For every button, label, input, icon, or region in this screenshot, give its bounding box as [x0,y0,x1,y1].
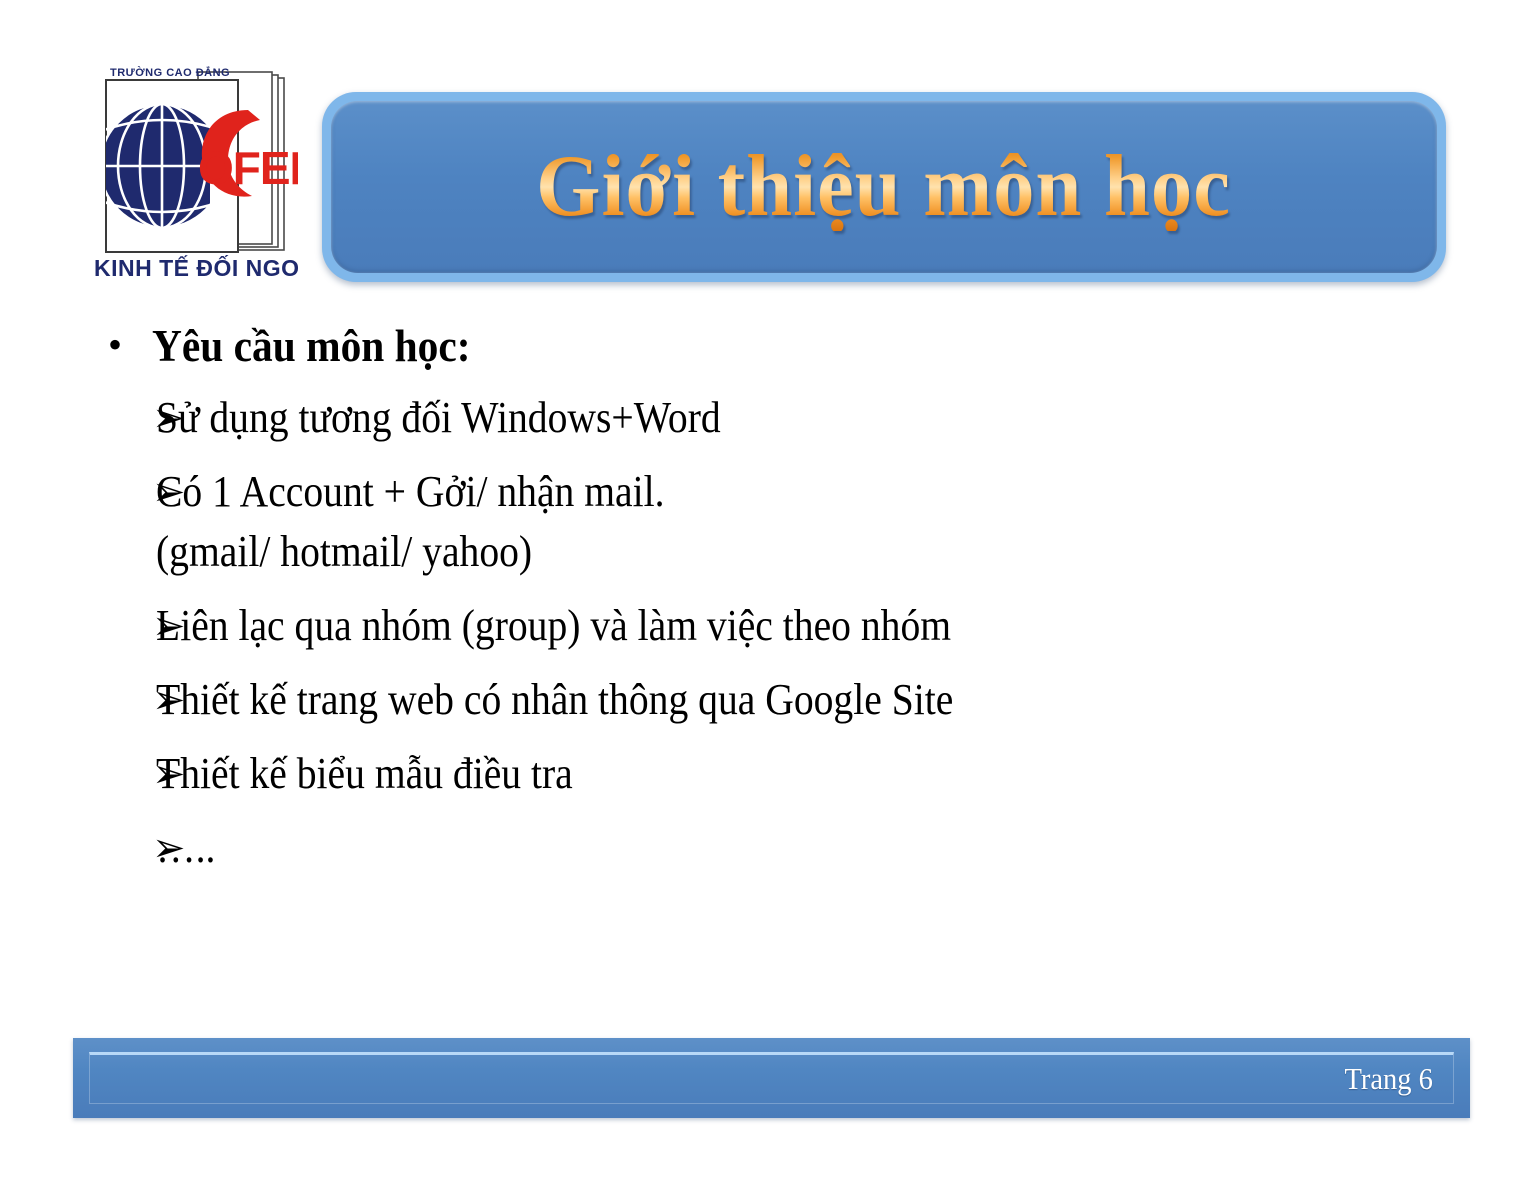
list-item-label: Thiết kế trang web có nhân thông qua Goo… [156,675,954,724]
list-item: ➢ Có 1 Account + Gởi/ nhận mail. (gmail/… [100,462,1440,582]
arrow-bullet-icon: ➢ [152,395,186,440]
list-item-continuation: (gmail/ hotmail/ yahoo) [156,527,533,576]
list-item: ➢ Thiết kế trang web có nhân thông qua G… [100,670,1440,730]
list-item: ➢ ….. [100,818,1440,878]
list-item-label: Thiết kế biểu mẫu điều tra [156,749,573,798]
arrow-bullet-icon: ➢ [152,751,186,796]
svg-text:OFER: OFER [198,142,298,194]
logo-bottom-text: KINH TẾ ĐỐI NGOẠI [94,254,298,281]
slide-body: • Yêu cầu môn học: ➢ Sử dụng tương đối W… [100,318,1440,878]
footer-bar: Trang 6 [73,1038,1470,1118]
list-item-text: Có 1 Account + Gởi/ nhận mail. [156,467,665,516]
page-number: Trang 6 [1344,1061,1433,1096]
arrow-bullet-icon: ➢ [152,677,186,722]
list-item-label: Liên lạc qua nhóm (group) và làm việc th… [156,601,952,650]
list-item: ➢ Thiết kế biểu mẫu điều tra [100,744,1440,804]
list-item-label: Có 1 Account + Gởi/ nhận mail. (gmail/ h… [156,462,665,582]
bullet-dot-icon: • [108,322,123,367]
logo-top-text: TRƯỜNG CAO ĐẲNG [110,66,230,79]
list-item-label: Sử dụng tương đối Windows+Word [156,393,721,442]
institution-logo: OFER TRƯỜNG CAO ĐẲNG KINH TẾ ĐỐI NGOẠI [88,62,298,284]
page-title: Giới thiệu môn học [531,143,1237,231]
title-banner: Giới thiệu môn học [322,92,1446,282]
bullet-heading-label: Yêu cầu môn học: [152,321,471,371]
list-item: ➢ Sử dụng tương đối Windows+Word [100,388,1440,448]
arrow-bullet-icon: ➢ [152,825,186,870]
footer-inner: Trang 6 [89,1052,1454,1104]
arrow-bullet-icon: ➢ [152,603,186,648]
bullet-heading: • Yêu cầu môn học: [100,318,1440,374]
list-item: ➢ Liên lạc qua nhóm (group) và làm việc … [100,596,1440,656]
arrow-bullet-icon: ➢ [152,469,186,514]
list-item-label: ….. [156,823,216,872]
title-banner-inner: Giới thiệu môn học [331,101,1437,273]
